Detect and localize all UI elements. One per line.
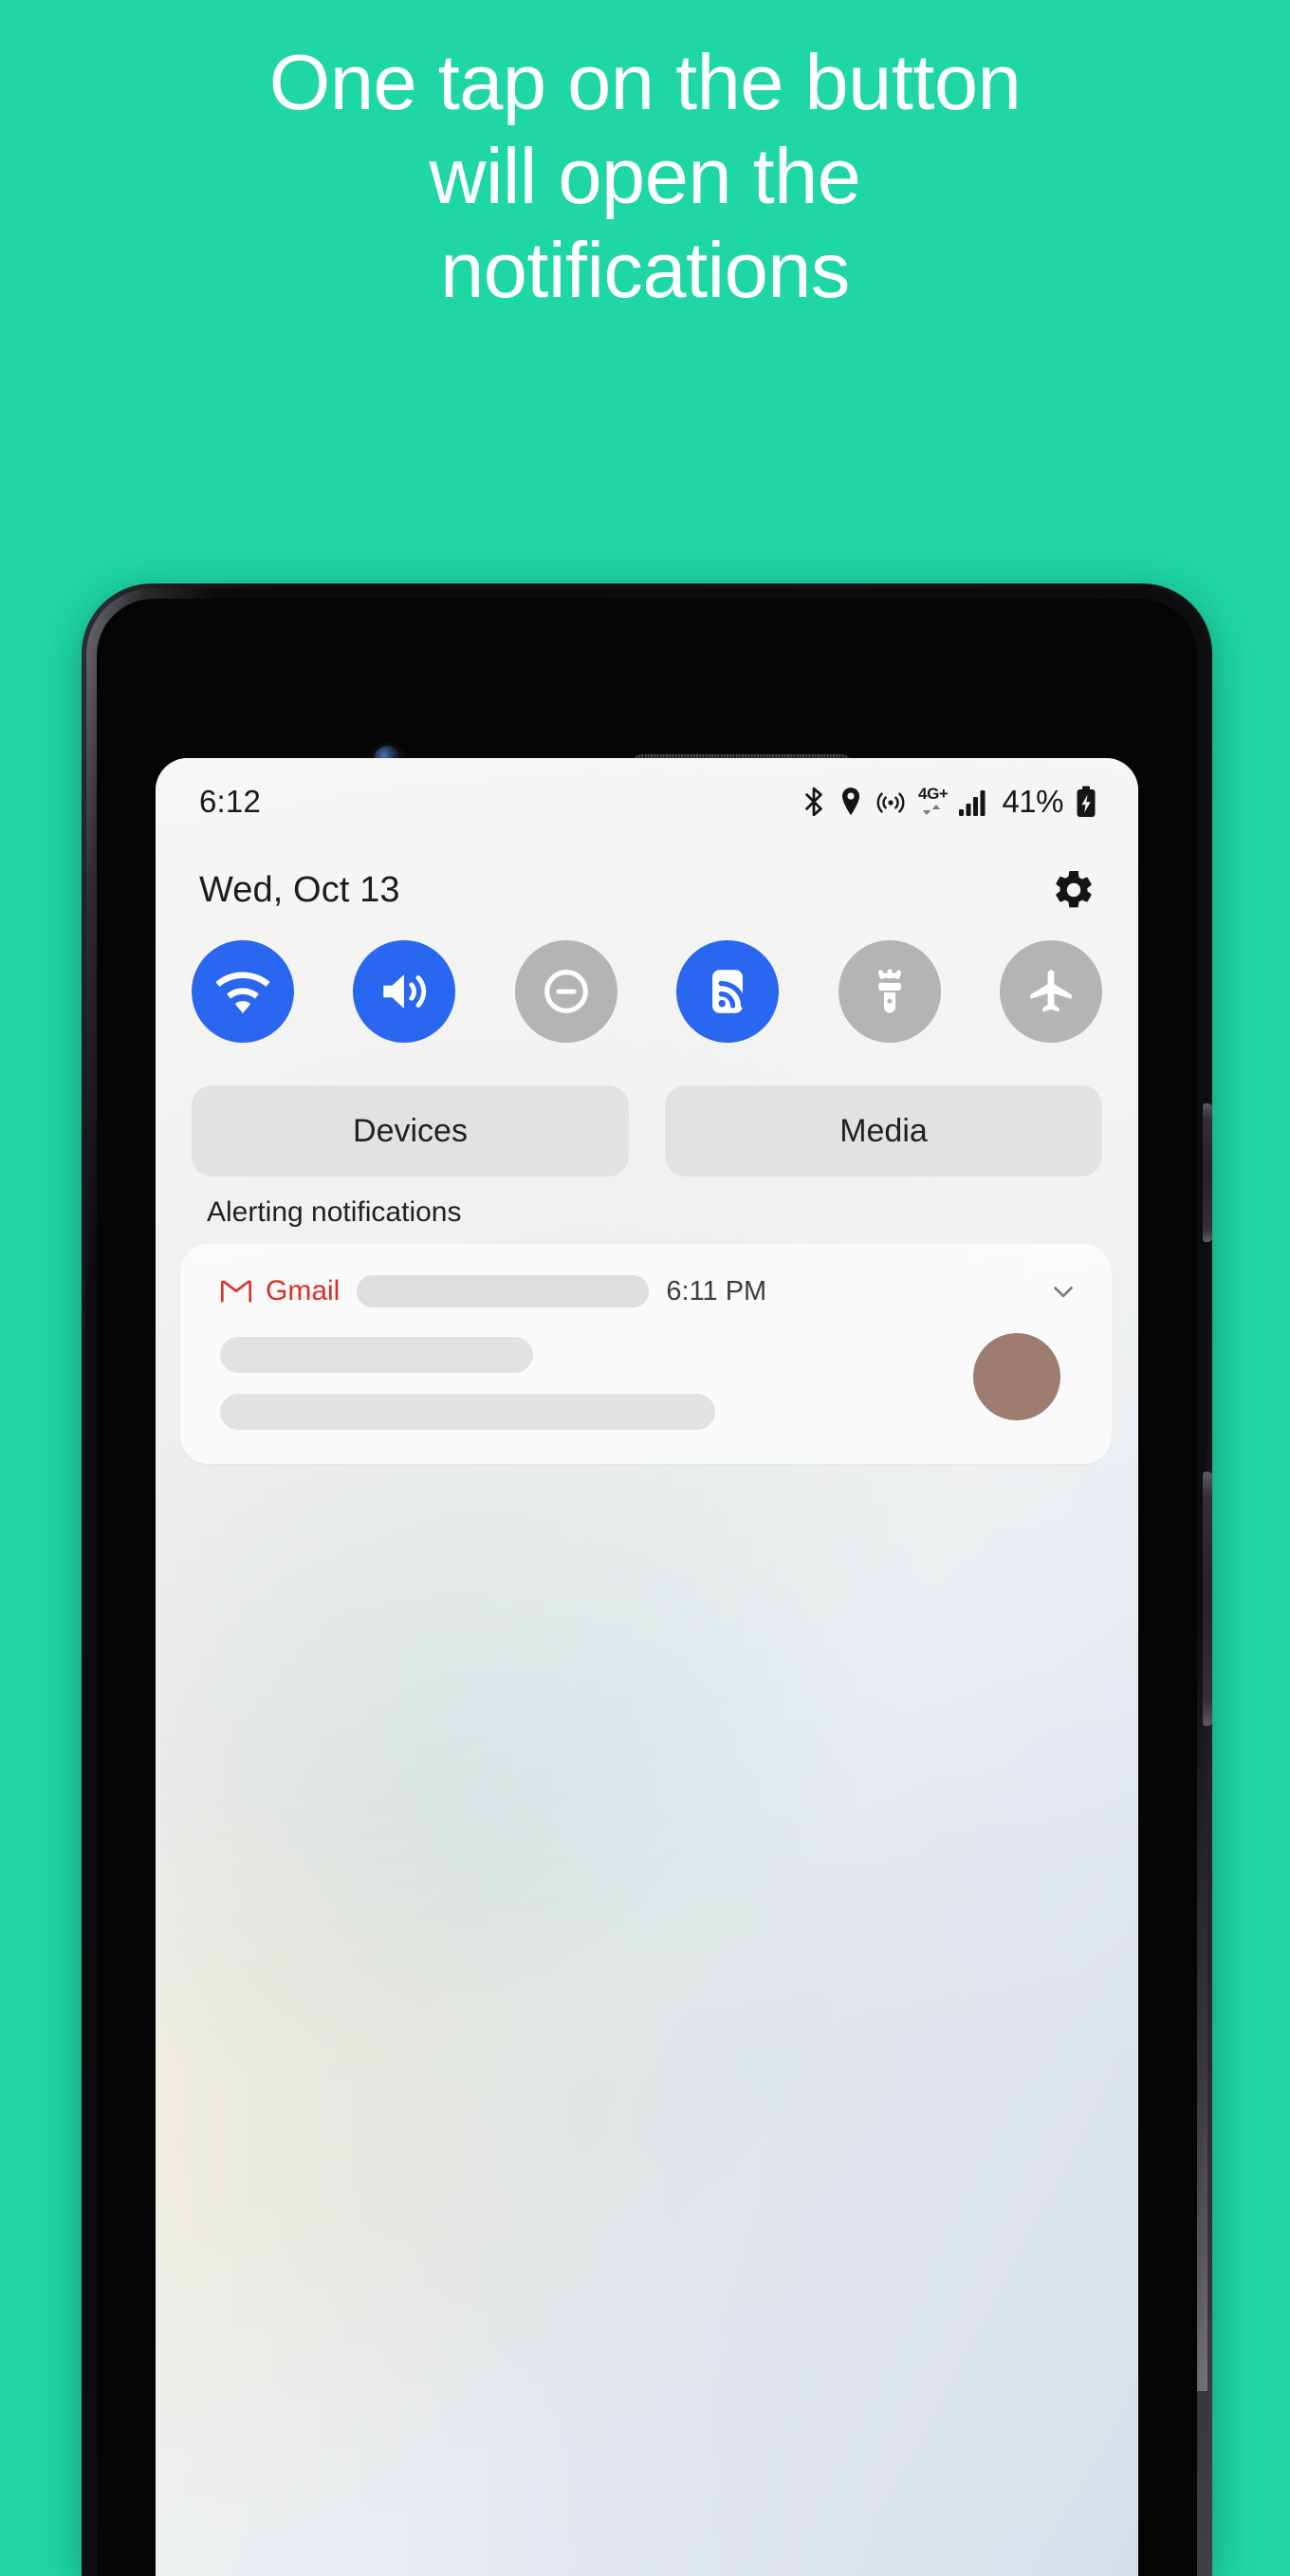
phone-device: 6:12 4G+ 41% Wed, Oct 13 Devices Media A… — [82, 584, 1212, 2576]
shade-date-row: Wed, Oct 13 — [156, 849, 1138, 931]
status-bar-clock: 6:12 — [199, 784, 262, 819]
battery-percent-label: 41% — [1002, 784, 1063, 819]
toggle-cast[interactable] — [676, 940, 780, 1043]
status-bar: 6:12 4G+ 41% — [156, 758, 1138, 845]
chevron-down-icon[interactable] — [1028, 1275, 1079, 1307]
toggle-flashlight[interactable] — [838, 940, 941, 1043]
volume-rocker[interactable] — [1203, 1472, 1212, 1726]
battery-charging-icon — [1076, 786, 1096, 818]
notification-card-gmail[interactable]: Gmail 6:11 PM — [180, 1244, 1112, 1464]
power-button[interactable] — [1203, 1103, 1212, 1242]
toggle-wifi[interactable] — [192, 940, 294, 1043]
notification-app-name: Gmail — [266, 1275, 341, 1307]
notification-timestamp: 6:11 PM — [666, 1275, 767, 1307]
settings-gear-icon[interactable] — [1051, 867, 1096, 913]
page-title: One tap on the button will open the noti… — [268, 38, 1022, 314]
bluetooth-icon — [802, 786, 826, 818]
notification-body-line-1 — [220, 1337, 533, 1373]
media-button[interactable]: Media — [665, 1085, 1102, 1177]
notification-title-redacted — [357, 1275, 650, 1307]
toggle-airplane-mode[interactable] — [999, 940, 1102, 1043]
devices-button[interactable]: Devices — [192, 1085, 629, 1177]
notifications-section-title: Alerting notifications — [207, 1196, 462, 1228]
hotspot-icon — [875, 787, 906, 817]
network-type-label: 4G+ — [918, 785, 949, 803]
signal-bars-icon — [958, 787, 986, 817]
phone-bezel: 6:12 4G+ 41% Wed, Oct 13 Devices Media A… — [97, 599, 1197, 2576]
avatar — [973, 1333, 1060, 1420]
phone-screen: 6:12 4G+ 41% Wed, Oct 13 Devices Media A… — [156, 758, 1138, 2576]
quick-settings-toggles — [156, 940, 1138, 1043]
status-bar-icons: 4G+ 41% — [802, 784, 1096, 820]
shade-chips: Devices Media — [156, 1085, 1138, 1177]
notification-header: Gmail 6:11 PM — [220, 1270, 1079, 1312]
toggle-sound[interactable] — [353, 940, 456, 1043]
location-icon — [838, 786, 863, 818]
toggle-do-not-disturb[interactable] — [514, 940, 617, 1043]
mobile-data-icon: 4G+ — [918, 785, 949, 818]
gmail-icon — [220, 1279, 252, 1304]
shade-date-label: Wed, Oct 13 — [199, 869, 400, 910]
notification-body-line-2 — [220, 1394, 715, 1430]
